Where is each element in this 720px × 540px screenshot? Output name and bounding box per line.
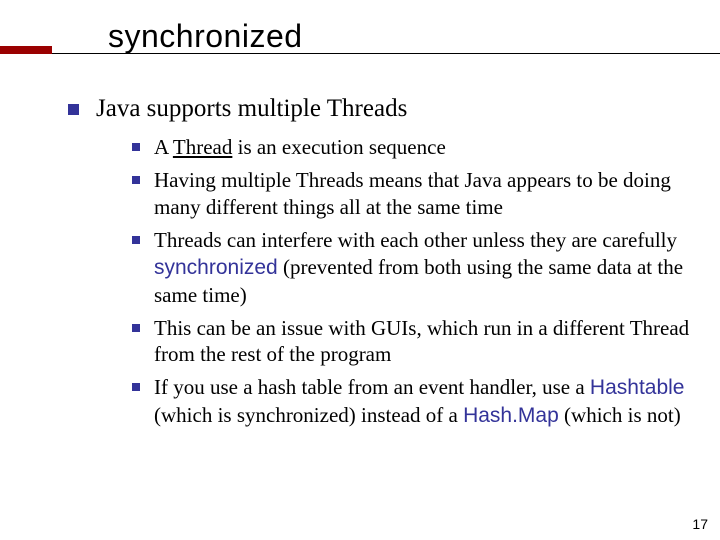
text-fragment: (which is not): [559, 403, 681, 427]
slide: synchronized Java supports multiple Thre…: [0, 0, 720, 540]
text-fragment: A: [154, 135, 173, 159]
title-underline: [52, 53, 720, 54]
text-fragment: Threads can interfere with each other un…: [154, 228, 677, 252]
page-number: 17: [692, 516, 708, 532]
code-term: Hash.Map: [463, 404, 559, 427]
text-fragment: Having multiple Threads means that Java …: [154, 168, 671, 219]
bullet-sub-4: This can be an issue with GUIs, which ru…: [132, 315, 692, 369]
slide-body: Java supports multiple Threads A Thread …: [0, 93, 720, 430]
text-fragment: If you use a hash table from an event ha…: [154, 375, 590, 399]
text-fragment: is an execution sequence: [232, 135, 445, 159]
text-fragment: This can be an issue with GUIs, which ru…: [154, 316, 689, 367]
accent-bar: [0, 46, 52, 54]
bullet-sub-1: A Thread is an execution sequence: [132, 134, 692, 161]
bullet-main-text: Java supports multiple Threads: [96, 95, 407, 122]
code-term: Hashtable: [590, 376, 685, 399]
bullet-list-level2: A Thread is an execution sequence Having…: [132, 134, 720, 430]
bullet-main: Java supports multiple Threads A Thread …: [68, 93, 720, 430]
bullet-sub-5: If you use a hash table from an event ha…: [132, 374, 692, 430]
slide-title: synchronized: [108, 18, 720, 55]
underlined-term: Thread: [173, 135, 232, 159]
text-fragment: (which is synchronized) instead of a: [154, 403, 463, 427]
bullet-list-level1: Java supports multiple Threads A Thread …: [68, 93, 720, 430]
code-term: synchronized: [154, 256, 278, 279]
bullet-sub-3: Threads can interfere with each other un…: [132, 227, 692, 309]
title-area: synchronized: [0, 0, 720, 55]
bullet-sub-2: Having multiple Threads means that Java …: [132, 167, 692, 221]
